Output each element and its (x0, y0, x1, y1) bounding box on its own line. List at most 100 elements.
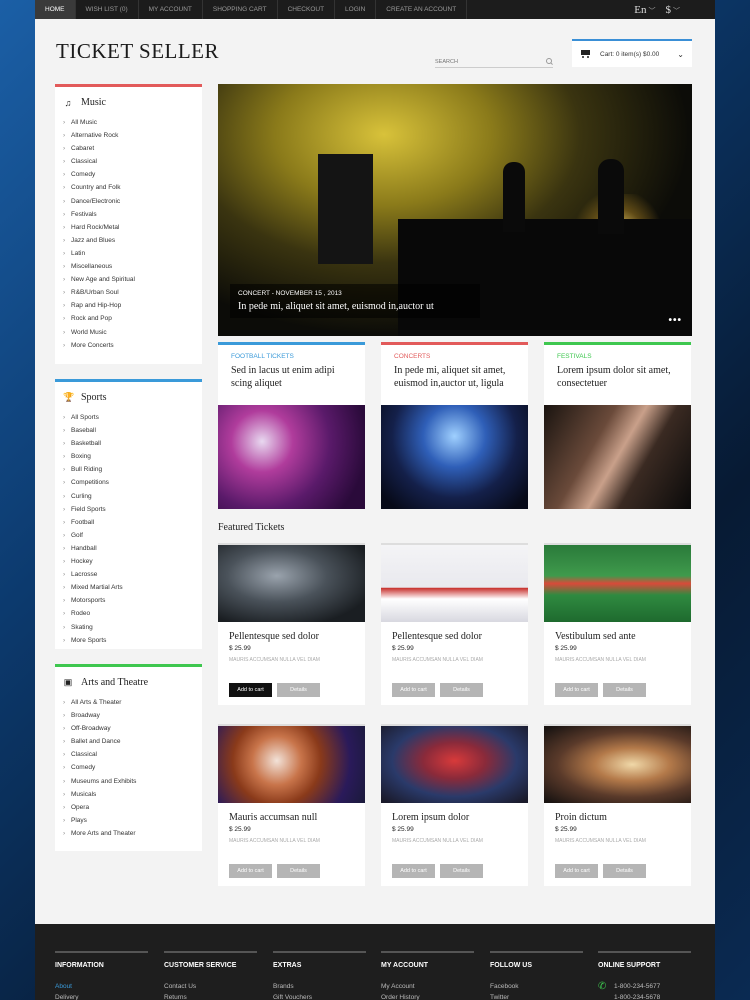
nav-login[interactable]: LOGIN (335, 0, 377, 19)
sidebar-music-item[interactable]: Comedy (63, 168, 194, 181)
sidebar-arts-item[interactable]: Classical (63, 748, 194, 761)
sidebar-arts-item[interactable]: More Arts and Theater (63, 827, 194, 840)
currency-selector[interactable]: $ ﹀ (666, 4, 681, 16)
sidebar-music-item[interactable]: All Music (63, 116, 194, 129)
sidebar-arts-item[interactable]: Broadway (63, 709, 194, 722)
search-icon[interactable] (546, 58, 553, 65)
sidebar-sports-item[interactable]: Baseball (63, 424, 194, 437)
language-selector[interactable]: En ﹀ (634, 4, 655, 16)
category-tile-festivals[interactable]: FESTIVALS Lorem ipsum dolor sit amet, co… (544, 342, 691, 509)
sidebar-music-item[interactable]: Classical (63, 155, 194, 168)
cart-dropdown[interactable]: Cart: 0 item(s) $0.00 ⌄ (572, 39, 692, 67)
category-tile-football[interactable]: FOOTBALL TICKETS Sed in lacus ut enim ad… (218, 342, 365, 509)
product-card[interactable]: Lorem ipsum dolor $ 25.99 MAURIS ACCUMSA… (381, 724, 528, 886)
product-card[interactable]: Mauris accumsan null $ 25.99 MAURIS ACCU… (218, 724, 365, 886)
add-to-cart-button[interactable]: Add to cart (392, 683, 435, 697)
nav-wishlist[interactable]: WISH LIST (0) (76, 0, 139, 19)
sidebar-sports-item[interactable]: Boxing (63, 450, 194, 463)
sidebar-music-item[interactable]: Miscellaneous (63, 260, 194, 273)
sidebar-arts-item[interactable]: Plays (63, 814, 194, 827)
footer-link-about[interactable]: About (55, 981, 148, 992)
nav-my-account[interactable]: MY ACCOUNT (139, 0, 203, 19)
site-logo[interactable]: TICKET SELLER (56, 39, 219, 64)
sidebar-sports-item[interactable]: More Sports (63, 634, 194, 647)
sidebar-arts-item[interactable]: Opera (63, 801, 194, 814)
nav-checkout[interactable]: CHECKOUT (278, 0, 336, 19)
sidebar-sports-item[interactable]: Skating (63, 621, 194, 634)
sidebar-arts-item[interactable]: All Arts & Theater (63, 696, 194, 709)
sidebar-music-item[interactable]: Alternative Rock (63, 129, 194, 142)
sidebar-music-item[interactable]: Jazz and Blues (63, 234, 194, 247)
details-button[interactable]: Details (440, 683, 483, 697)
sidebar-music-item[interactable]: New Age and Spiritual (63, 273, 194, 286)
details-button[interactable]: Details (277, 683, 320, 697)
hero-slider[interactable]: CONCERT - NOVEMBER 15 , 2013 In pede mi,… (218, 84, 692, 336)
sidebar-sports-item[interactable]: All Sports (63, 411, 194, 424)
add-to-cart-button[interactable]: Add to cart (392, 864, 435, 878)
nav-create-account[interactable]: CREATE AN ACCOUNT (376, 0, 468, 19)
details-button[interactable]: Details (603, 683, 646, 697)
sidebar-arts-item[interactable]: Comedy (63, 761, 194, 774)
add-to-cart-button[interactable]: Add to cart (229, 864, 272, 878)
sidebar-music-item[interactable]: Cabaret (63, 142, 194, 155)
product-name[interactable]: Pellentesque sed dolor (229, 631, 365, 642)
add-to-cart-button[interactable]: Add to cart (555, 864, 598, 878)
sidebar-music-item[interactable]: Country and Folk (63, 181, 194, 194)
sidebar-sports-item[interactable]: Field Sports (63, 503, 194, 516)
details-button[interactable]: Details (603, 864, 646, 878)
product-name[interactable]: Proin dictum (555, 812, 691, 823)
footer-link-brands[interactable]: Brands (273, 981, 366, 992)
sidebar-music-item[interactable]: Festivals (63, 208, 194, 221)
footer-link-my-account[interactable]: My Account (381, 981, 474, 992)
footer-link-facebook[interactable]: Facebook (490, 981, 583, 992)
footer-link-order-history[interactable]: Order History (381, 992, 474, 1000)
sidebar-arts-item[interactable]: Ballet and Dance (63, 735, 194, 748)
sidebar-music-item[interactable]: Hard Rock/Metal (63, 221, 194, 234)
details-button[interactable]: Details (440, 864, 483, 878)
product-card[interactable]: Pellentesque sed dolor $ 25.99 MAURIS AC… (218, 543, 365, 705)
product-name[interactable]: Mauris accumsan null (229, 812, 365, 823)
sidebar-arts-item[interactable]: Musicals (63, 788, 194, 801)
sidebar-sports-item[interactable]: Motorsports (63, 594, 194, 607)
footer-link-gift-vouchers[interactable]: Gift Vouchers (273, 992, 366, 1000)
add-to-cart-button[interactable]: Add to cart (229, 683, 272, 697)
sidebar-sports-item[interactable]: Basketball (63, 437, 194, 450)
sidebar-sports-item[interactable]: Curling (63, 490, 194, 503)
footer-phone-number-2: 1-800-234-5678 (614, 994, 661, 1000)
product-card[interactable]: Pellentesque sed dolor $ 25.99 MAURIS AC… (381, 543, 528, 705)
sidebar-music-item[interactable]: World Music (63, 326, 194, 339)
sidebar-sports-item[interactable]: Bull Riding (63, 463, 194, 476)
nav-home[interactable]: HOME (35, 0, 76, 19)
slider-dots-icon[interactable]: ••• (668, 315, 682, 326)
product-name[interactable]: Lorem ipsum dolor (392, 812, 528, 823)
add-to-cart-button[interactable]: Add to cart (555, 683, 598, 697)
sidebar-sports-item[interactable]: Mixed Martial Arts (63, 581, 194, 594)
nav-shopping-cart[interactable]: SHOPPING CART (203, 0, 278, 19)
product-name[interactable]: Vestibulum sed ante (555, 631, 691, 642)
details-button[interactable]: Details (277, 864, 320, 878)
sidebar-sports-item[interactable]: Hockey (63, 555, 194, 568)
sidebar-sports-item[interactable]: Lacrosse (63, 568, 194, 581)
footer-link-contact[interactable]: Contact Us (164, 981, 257, 992)
product-card[interactable]: Proin dictum $ 25.99 MAURIS ACCUMSAN NUL… (544, 724, 691, 886)
sidebar-sports-item[interactable]: Golf (63, 529, 194, 542)
sidebar-sports-item[interactable]: Handball (63, 542, 194, 555)
sidebar-sports-item[interactable]: Competitions (63, 476, 194, 489)
sidebar-sports-item[interactable]: Football (63, 516, 194, 529)
sidebar-sports-item[interactable]: Rodeo (63, 607, 194, 620)
sidebar-arts-item[interactable]: Museums and Exhibits (63, 775, 194, 788)
sidebar-music-item[interactable]: Latin (63, 247, 194, 260)
footer-link-delivery[interactable]: Delivery (55, 992, 148, 1000)
sidebar-music-item[interactable]: Dance/Electronic (63, 195, 194, 208)
sidebar-music-item[interactable]: R&B/Urban Soul (63, 286, 194, 299)
sidebar-music-item[interactable]: Rock and Pop (63, 312, 194, 325)
category-tile-concerts[interactable]: CONCERTS In pede mi, aliquet sit amet, e… (381, 342, 528, 509)
sidebar-arts-item[interactable]: Off-Broadway (63, 722, 194, 735)
footer-link-returns[interactable]: Returns (164, 992, 257, 1000)
product-name[interactable]: Pellentesque sed dolor (392, 631, 528, 642)
sidebar-music-item[interactable]: More Concerts (63, 339, 194, 352)
footer-link-twitter[interactable]: Twitter (490, 992, 583, 1000)
search-input[interactable] (435, 58, 535, 65)
sidebar-music-item[interactable]: Rap and Hip-Hop (63, 299, 194, 312)
product-card[interactable]: Vestibulum sed ante $ 25.99 MAURIS ACCUM… (544, 543, 691, 705)
